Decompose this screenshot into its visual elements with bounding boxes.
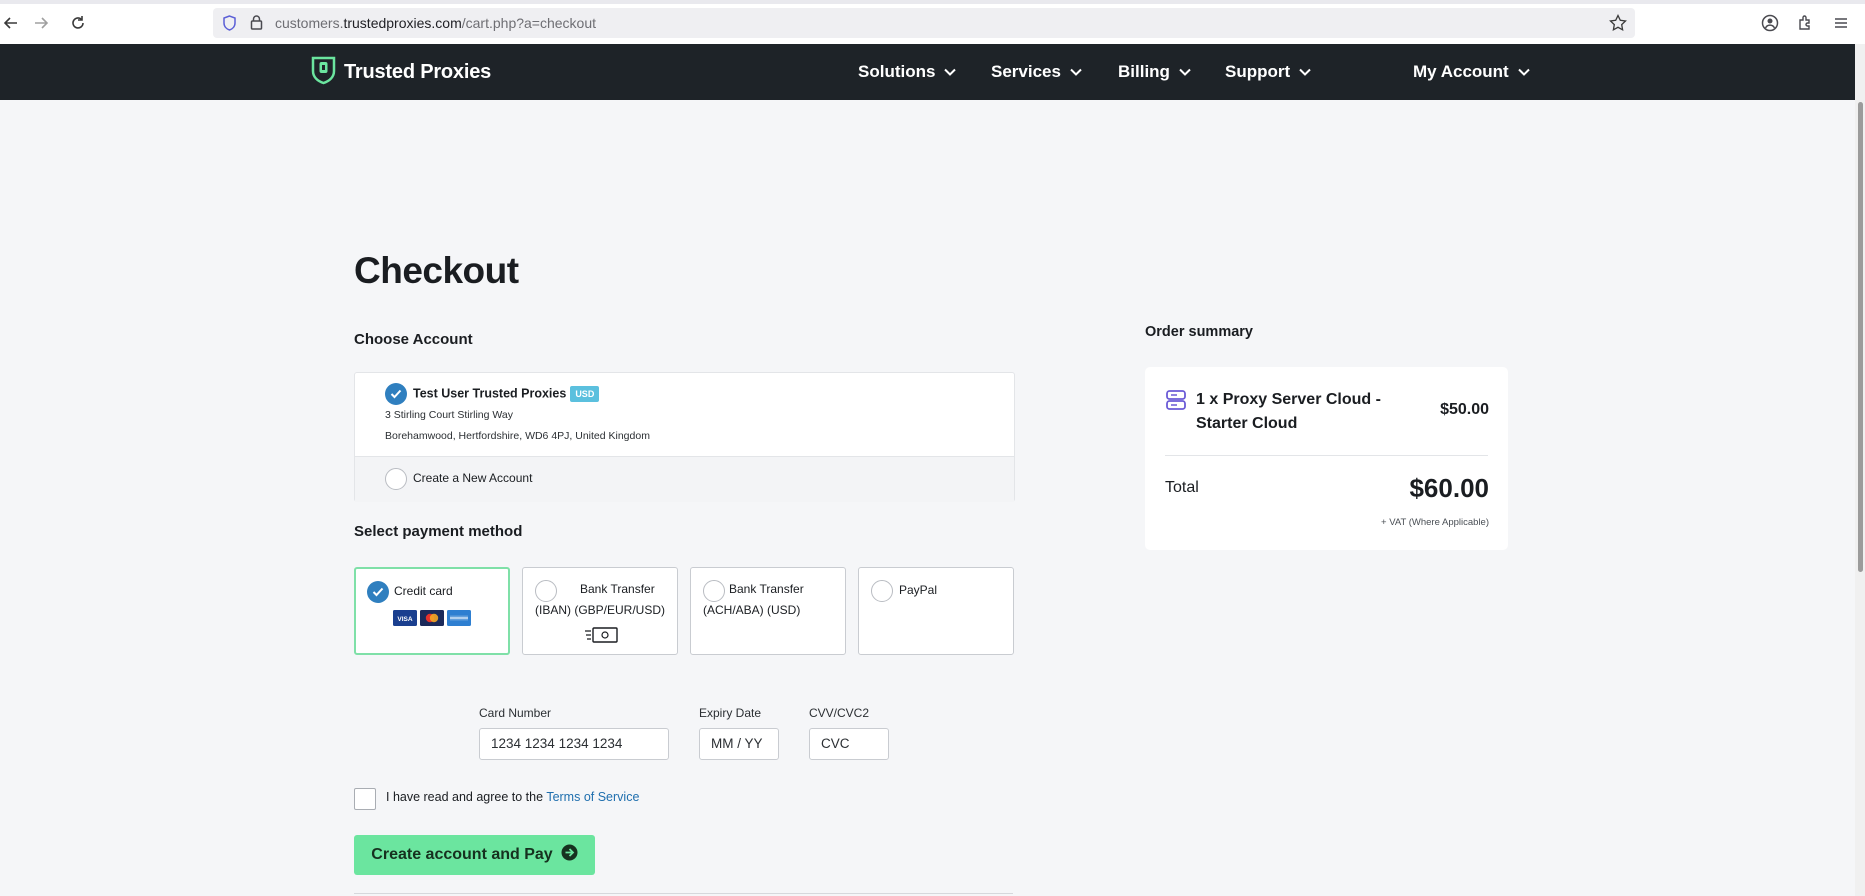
nav-services[interactable]: Services — [991, 62, 1083, 82]
nav-my-account[interactable]: My Account — [1413, 62, 1531, 82]
address-bar[interactable]: customers.trustedproxies.com/cart.php?a=… — [213, 8, 1635, 38]
expiry-date-label: Expiry Date — [699, 706, 762, 720]
credit-card-label: Credit card — [394, 584, 453, 598]
site-header: Trusted Proxies Solutions Services Billi… — [0, 44, 1865, 100]
order-summary-card: 1 x Proxy Server Cloud - Starter Cloud $… — [1145, 367, 1508, 550]
nav-solutions-label: Solutions — [858, 62, 936, 81]
nav-services-label: Services — [991, 62, 1061, 81]
account-selector: Test User Trusted Proxies USD 3 Stirling … — [354, 372, 1015, 502]
extensions-icon[interactable] — [1795, 12, 1817, 34]
nav-support[interactable]: Support — [1225, 62, 1312, 82]
order-summary-heading: Order summary — [1145, 324, 1253, 340]
chevron-down-icon — [1179, 68, 1191, 76]
browser-toolbar: customers.trustedproxies.com/cart.php?a=… — [0, 0, 1865, 45]
account-icon[interactable] — [1759, 12, 1781, 34]
account-selected-check-icon[interactable] — [385, 383, 407, 405]
bookmark-star-icon[interactable] — [1609, 13, 1627, 37]
page-scrollbar[interactable] — [1855, 44, 1865, 896]
summary-divider — [1165, 455, 1488, 456]
payment-credit-card[interactable]: Credit card VISA — [354, 567, 510, 655]
submit-label: Create account and Pay — [371, 846, 553, 863]
nav-my-account-label: My Account — [1413, 62, 1509, 81]
back-icon[interactable] — [0, 12, 22, 34]
chevron-down-icon — [944, 68, 957, 76]
money-transfer-icon — [584, 626, 618, 649]
currency-badge: USD — [570, 386, 600, 402]
page-title: Checkout — [354, 250, 519, 291]
card-logos: VISA — [393, 610, 471, 631]
arrow-circle-right-icon — [561, 844, 578, 866]
card-number-input[interactable]: 1234 1234 1234 1234 — [479, 728, 669, 760]
new-account-label: Create a New Account — [413, 471, 533, 485]
credit-card-selected-check-icon[interactable] — [367, 581, 389, 603]
forward-icon[interactable] — [30, 12, 52, 34]
account-address-line1: 3 Stirling Court Stirling Way — [385, 409, 513, 421]
payment-bank-transfer-iban[interactable]: Bank Transfer (IBAN) (GBP/EUR/USD) — [522, 567, 678, 655]
mastercard-icon — [420, 610, 444, 631]
amex-icon — [447, 610, 471, 631]
card-number-label: Card Number — [479, 706, 552, 720]
chevron-down-icon — [1070, 68, 1082, 76]
nav-support-label: Support — [1225, 62, 1291, 81]
account-name: Test User Trusted Proxies USD — [413, 386, 600, 402]
account-address-line2: Borehamwood, Hertfordshire, WD6 4PJ, Uni… — [385, 430, 650, 442]
tos-checkbox[interactable] — [354, 788, 376, 810]
chevron-down-icon — [1518, 68, 1530, 76]
payment-paypal[interactable]: PayPal — [858, 567, 1014, 655]
terms-of-service-link[interactable]: Terms of Service — [546, 790, 639, 804]
shield-icon[interactable] — [222, 15, 237, 36]
logo-shield-icon — [311, 55, 336, 90]
content-divider — [354, 893, 1013, 894]
tos-text: I have read and agree to the Terms of Se… — [386, 790, 639, 804]
account-name-text: Test User Trusted Proxies — [413, 386, 567, 401]
vat-note: + VAT (Where Applicable) — [1381, 517, 1489, 528]
server-icon — [1165, 389, 1187, 416]
summary-item-price: $50.00 — [1440, 401, 1489, 418]
bank-ach-label-line2: (ACH/ABA) (USD) — [703, 603, 801, 617]
payment-bank-transfer-ach[interactable]: Bank Transfer (ACH/ABA) (USD) — [690, 567, 846, 655]
logo[interactable]: Trusted Proxies — [311, 55, 491, 90]
new-account-radio[interactable] — [385, 468, 407, 490]
tab-strip-edge — [0, 0, 1865, 4]
nav-billing-label: Billing — [1118, 62, 1170, 81]
total-label: Total — [1165, 479, 1199, 496]
nav-billing[interactable]: Billing — [1118, 62, 1192, 82]
tos-text-prefix: I have read and agree to the — [386, 790, 547, 804]
logo-text: Trusted Proxies — [344, 61, 492, 83]
bank-iban-label-line1: Bank Transfer — [580, 582, 655, 596]
total-price: $60.00 — [1409, 473, 1489, 503]
reload-icon[interactable] — [67, 12, 89, 34]
paypal-radio[interactable] — [871, 580, 893, 602]
choose-account-heading: Choose Account — [354, 331, 473, 348]
new-account-option[interactable]: Create a New Account — [355, 456, 1014, 502]
visa-icon: VISA — [393, 610, 417, 631]
svg-text:VISA: VISA — [397, 616, 412, 623]
bank-iban-label: Bank Transfer (IBAN) (GBP/EUR/USD) — [535, 579, 665, 621]
existing-account-option[interactable]: Test User Trusted Proxies USD 3 Stirling … — [355, 373, 1014, 455]
cvv-label: CVV/CVC2 — [809, 706, 870, 720]
summary-item-name: 1 x Proxy Server Cloud - Starter Cloud — [1196, 391, 1381, 432]
scrollbar-thumb[interactable] — [1858, 102, 1863, 572]
url-text[interactable]: customers.trustedproxies.com/cart.php?a=… — [275, 15, 596, 31]
bank-ach-label: Bank Transfer (ACH/ABA) (USD) — [703, 579, 804, 621]
expiry-date-input[interactable]: MM / YY — [699, 728, 779, 760]
cvv-input[interactable]: CVC — [809, 728, 889, 760]
bank-iban-label-line2: (IBAN) (GBP/EUR/USD) — [535, 603, 666, 617]
paypal-label: PayPal — [899, 583, 938, 597]
create-account-and-pay-button[interactable]: Create account and Pay — [354, 835, 595, 875]
payment-method-heading: Select payment method — [354, 523, 523, 540]
menu-icon[interactable] — [1830, 12, 1852, 34]
chevron-down-icon — [1299, 68, 1311, 76]
lock-icon[interactable] — [250, 14, 263, 36]
nav-solutions[interactable]: Solutions — [858, 62, 957, 82]
bank-ach-label-line1: Bank Transfer — [729, 582, 804, 596]
